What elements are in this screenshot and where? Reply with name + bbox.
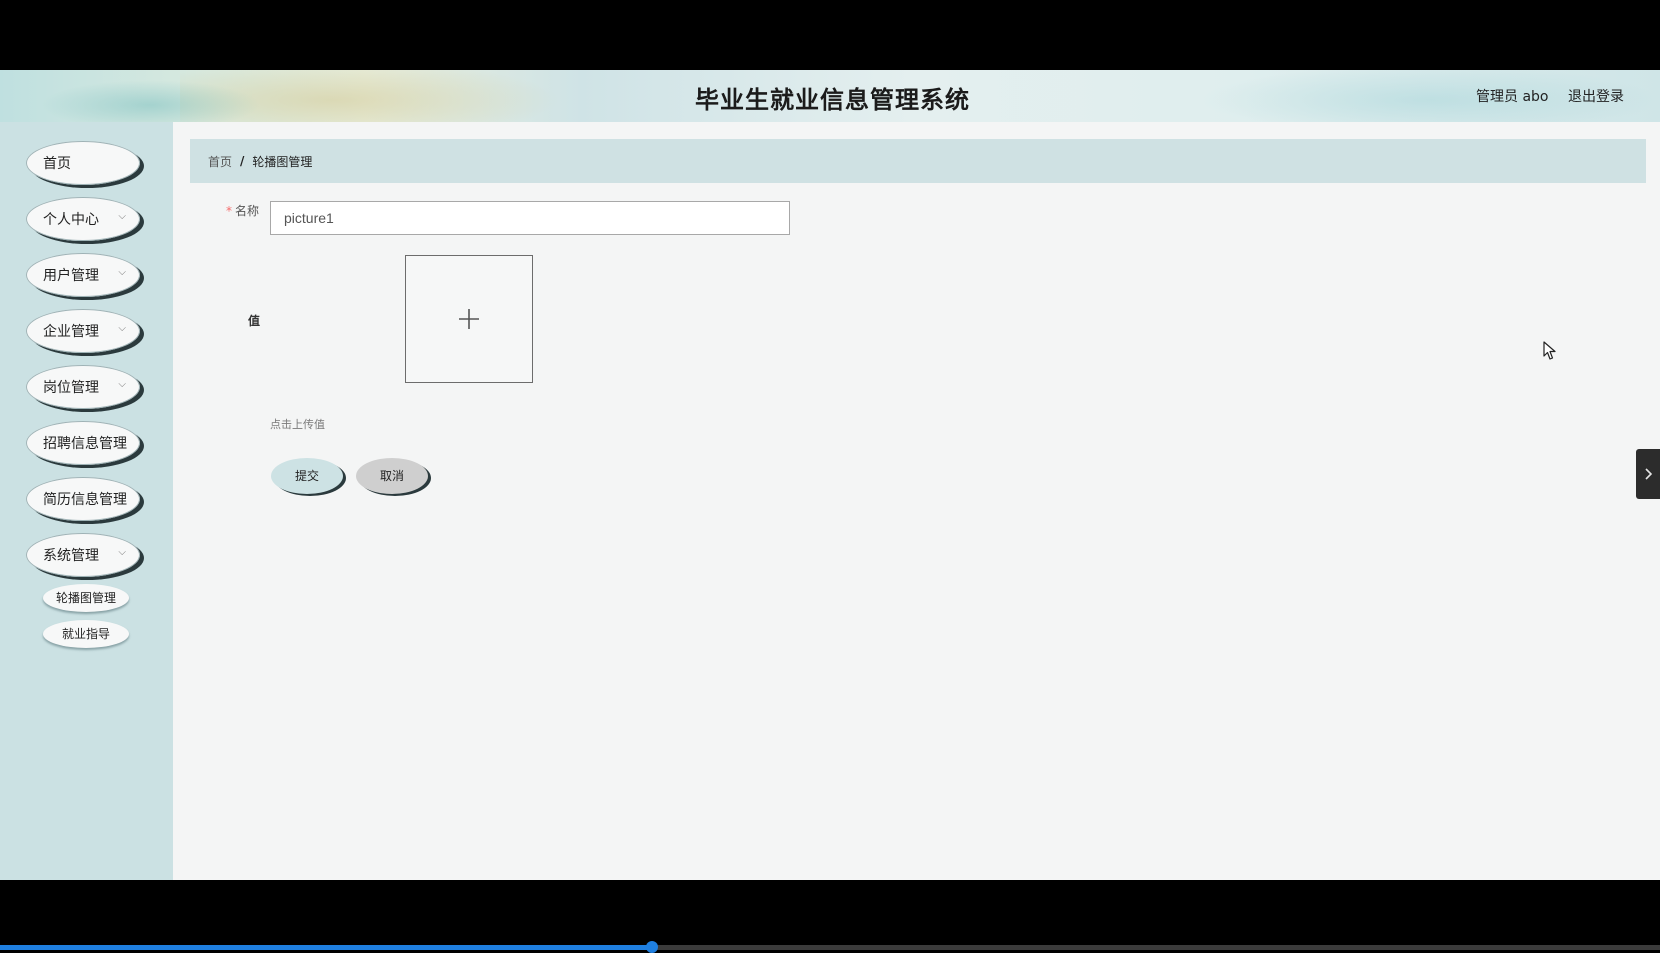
chevron-down-icon: ⌵ xyxy=(118,267,126,278)
top-header: 毕业生就业信息管理系统 管理员 abo 退出登录 xyxy=(0,70,1660,122)
sidebar-item-position-management[interactable]: 岗位管理 ⌵ xyxy=(26,365,140,409)
sidebar-item-home[interactable]: 首页 xyxy=(26,141,140,185)
sidebar-item-label: 首页 xyxy=(43,156,71,172)
name-input[interactable] xyxy=(270,201,790,235)
sidebar-item-user-management[interactable]: 用户管理 ⌵ xyxy=(26,253,140,297)
breadcrumb-home-link[interactable]: 首页 xyxy=(208,153,232,170)
chevron-down-icon: ⌵ xyxy=(118,547,126,558)
sidebar-item-system-management[interactable]: 系统管理 ⌵ xyxy=(26,533,140,577)
sidebar-item-label: 个人中心 xyxy=(43,212,99,228)
breadcrumb-separator: / xyxy=(240,154,245,168)
submit-button[interactable]: 提交 xyxy=(271,458,343,494)
sidebar-item-resume-management[interactable]: 简历信息管理 xyxy=(26,477,140,521)
value-field-label: 值 xyxy=(248,314,261,328)
breadcrumb: 首页 / 轮播图管理 xyxy=(190,139,1646,183)
video-progress-fill xyxy=(0,945,653,950)
cancel-button[interactable]: 取消 xyxy=(356,458,428,494)
chevron-down-icon: ⌵ xyxy=(118,211,126,222)
side-panel-toggle[interactable] xyxy=(1636,449,1660,499)
sidebar-subitem-employment-guidance[interactable]: 就业指导 xyxy=(43,620,129,648)
sidebar-item-label: 招聘信息管理 xyxy=(43,436,127,452)
chevron-down-icon: ⌵ xyxy=(118,379,126,390)
required-asterisk: * xyxy=(226,204,232,218)
plus-icon xyxy=(459,309,479,329)
sidebar: 首页 个人中心 ⌵ 用户管理 ⌵ 企业管理 ⌵ 岗位管理 ⌵ 招聘信息管理 简历… xyxy=(0,122,173,880)
name-label-text: 名称 xyxy=(235,204,260,218)
app-title: 毕业生就业信息管理系统 xyxy=(695,86,970,114)
mouse-pointer-icon xyxy=(1543,341,1556,360)
sidebar-item-label: 岗位管理 xyxy=(43,380,99,396)
sidebar-item-label: 简历信息管理 xyxy=(43,492,127,508)
video-progress-handle[interactable] xyxy=(646,941,659,953)
sidebar-item-recruitment-management[interactable]: 招聘信息管理 xyxy=(26,421,140,465)
sidebar-item-personal-center[interactable]: 个人中心 ⌵ xyxy=(26,197,140,241)
logout-link[interactable]: 退出登录 xyxy=(1568,86,1624,106)
upload-tip: 点击上传值 xyxy=(270,418,325,431)
sidebar-item-label: 系统管理 xyxy=(43,548,99,564)
sidebar-item-company-management[interactable]: 企业管理 ⌵ xyxy=(26,309,140,353)
chevron-right-icon xyxy=(1645,468,1653,480)
breadcrumb-current: 轮播图管理 xyxy=(252,154,313,169)
current-user-label: 管理员 abo xyxy=(1476,89,1549,105)
image-upload-box[interactable] xyxy=(405,255,533,383)
chevron-down-icon: ⌵ xyxy=(118,323,126,334)
name-field-label: * 名称 xyxy=(226,202,259,219)
sidebar-item-label: 企业管理 xyxy=(43,324,99,340)
app-window: 毕业生就业信息管理系统 管理员 abo 退出登录 首页 个人中心 ⌵ 用户管理 … xyxy=(0,70,1660,880)
video-progress-bar[interactable] xyxy=(0,941,1660,953)
sidebar-item-label: 用户管理 xyxy=(43,268,99,284)
sidebar-subitem-carousel-management[interactable]: 轮播图管理 xyxy=(43,584,129,612)
